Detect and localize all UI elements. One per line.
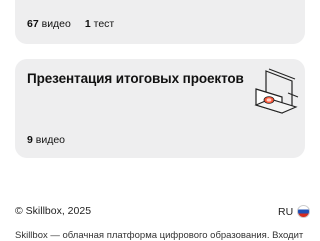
module-title: Презентация итоговых проектов — [27, 71, 244, 86]
videos-label: видео — [41, 18, 71, 30]
course-module-card-previous[interactable]: 67 видео 1 тест — [15, 0, 305, 44]
tests-stat: 1 тест — [85, 18, 114, 30]
module-videos-label: видео — [35, 134, 66, 146]
language-switcher[interactable]: RU — [278, 205, 311, 218]
tests-count: 1 — [84, 18, 91, 30]
module-videos-count: 9 — [27, 134, 33, 146]
course-module-card[interactable]: Презентация итоговых проектов 9 видео — [15, 59, 305, 158]
language-code: RU — [278, 205, 294, 218]
russia-flag-icon — [297, 205, 311, 218]
videos-count: 67 — [27, 18, 39, 30]
module-stats: 67 видео 1 тест — [27, 18, 128, 30]
footer-copyright: © Skillbox, 2025 — [15, 205, 92, 217]
module-videos-stat: 9 видео — [27, 134, 65, 146]
laptop-presentation-icon — [254, 68, 299, 114]
tests-label: тест — [93, 18, 115, 30]
footer-description: Skillbox — облачная платформа цифрового … — [15, 230, 304, 241]
videos-stat: 67 видео — [27, 18, 71, 30]
